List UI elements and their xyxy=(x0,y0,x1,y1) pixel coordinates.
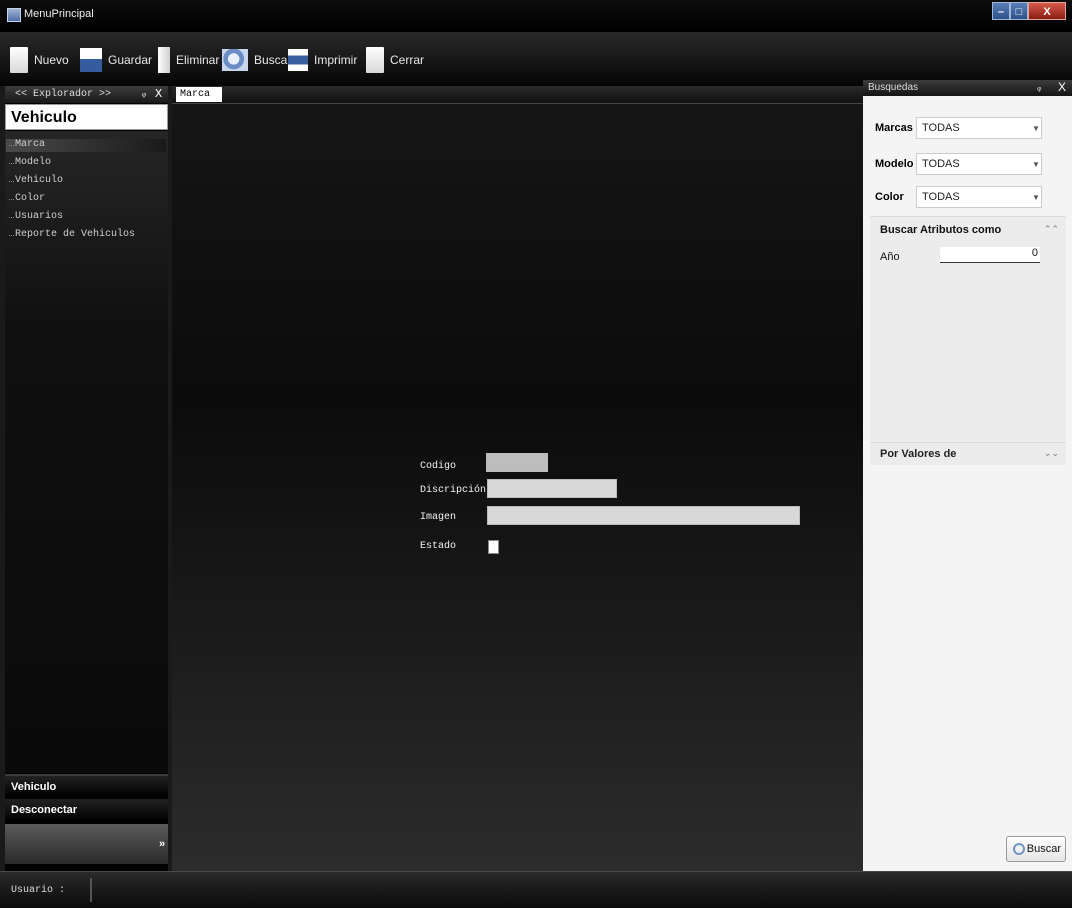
cerrar-button[interactable]: Cerrar xyxy=(366,47,424,73)
close-icon[interactable]: X xyxy=(155,87,162,101)
minimize-button[interactable]: – xyxy=(992,2,1010,20)
window-app-icon xyxy=(7,8,21,22)
group-buscar-atributos: Buscar Atributos como ⌃⌃ Año 0 xyxy=(870,216,1066,442)
title-bar: MenuPrincipal – □ X xyxy=(0,0,1072,32)
pin-icon[interactable]: ᵩ xyxy=(1037,82,1041,93)
close-window-button[interactable]: X xyxy=(1028,2,1066,20)
group-por-valores[interactable]: Por Valores de ⌄⌄ xyxy=(870,442,1066,465)
window-controls: – □ X xyxy=(992,2,1066,20)
group-buscar-atributos-title[interactable]: Buscar Atributos como xyxy=(880,224,1001,236)
search-header: Busquedas ᵩ X xyxy=(863,80,1072,96)
nav-desconectar-button[interactable]: Desconectar xyxy=(5,799,168,821)
imprimir-button[interactable]: Imprimir xyxy=(288,47,357,73)
color-dropdown[interactable]: TODAS xyxy=(916,186,1042,208)
explorer-header-label[interactable]: << Explorador >> xyxy=(15,89,111,100)
save-icon xyxy=(80,48,102,72)
tree-item-reporte[interactable]: Reporte de Vehiculos xyxy=(15,229,135,240)
descripcion-field[interactable] xyxy=(487,479,617,498)
tree-item-usuarios[interactable]: Usuarios xyxy=(15,211,63,222)
modelo-label: Modelo xyxy=(875,158,914,170)
search-icon xyxy=(222,49,248,71)
imprimir-label: Imprimir xyxy=(314,53,358,67)
nav-vehiculo-button[interactable]: Vehiculo xyxy=(5,774,168,796)
explorer-panel: << Explorador >> ᵩ X Vehiculo Marca Mode… xyxy=(5,86,168,871)
tree-item-color[interactable]: Color xyxy=(15,193,45,204)
toolbar: Nuevo Guardar Eliminar Buscar Imprimir C… xyxy=(0,32,1072,86)
tree-connector xyxy=(9,181,14,182)
tree-connector xyxy=(9,217,14,218)
collapse-icon[interactable]: ⌃⌃ xyxy=(1044,224,1059,235)
explorer-tree: Marca Modelo Vehiculo Color Usuarios Rep… xyxy=(5,131,168,773)
eliminar-label: Eliminar xyxy=(176,53,220,67)
status-bar: Usuario : xyxy=(0,871,1072,908)
guardar-button[interactable]: Guardar xyxy=(80,47,152,73)
tree-item-vehiculo[interactable]: Vehiculo xyxy=(15,175,63,186)
tree-connector xyxy=(9,199,14,200)
maximize-button[interactable]: □ xyxy=(1010,2,1028,20)
marcas-dropdown[interactable]: TODAS xyxy=(916,117,1042,139)
anio-field[interactable]: 0 xyxy=(940,247,1040,263)
tree-item-marca[interactable]: Marca xyxy=(15,139,45,150)
estado-label: Estado xyxy=(420,541,457,552)
magnifier-icon xyxy=(1013,843,1025,855)
descripcion-label: Discripción xyxy=(420,485,487,496)
chevron-down-icon[interactable]: » xyxy=(159,838,165,850)
close-doc-icon xyxy=(366,47,384,73)
eliminar-button[interactable]: Eliminar xyxy=(158,47,219,73)
main-workspace: Marca Codigo Discripción Imagen Estado xyxy=(172,86,863,871)
group-por-valores-title: Por Valores de xyxy=(880,448,957,460)
buscar-toolbar-button[interactable]: Buscar xyxy=(222,47,291,73)
filter-marcas: Marcas TODAS ▼ xyxy=(869,116,1065,140)
chevron-down-icon[interactable]: ▼ xyxy=(1032,160,1040,169)
explorer-footer: » xyxy=(5,824,168,864)
marcas-label: Marcas xyxy=(875,122,913,134)
delete-icon xyxy=(158,47,170,73)
close-icon[interactable]: X xyxy=(1058,80,1066,94)
chevron-down-icon[interactable]: ▼ xyxy=(1032,124,1040,133)
codigo-field[interactable] xyxy=(486,453,548,472)
imagen-field[interactable] xyxy=(487,506,800,525)
filter-modelo: Modelo TODAS ▼ xyxy=(869,152,1065,176)
nuevo-label: Nuevo xyxy=(34,53,69,67)
tree-connector xyxy=(9,145,14,146)
modelo-dropdown[interactable]: TODAS xyxy=(916,153,1042,175)
tree-connector xyxy=(9,235,14,236)
status-usuario: Usuario : xyxy=(6,878,92,902)
tree-connector xyxy=(9,163,14,164)
tree-item-modelo[interactable]: Modelo xyxy=(15,157,51,168)
expand-icon[interactable]: ⌄⌄ xyxy=(1044,448,1059,459)
tab-strip: Marca xyxy=(172,86,863,104)
imagen-label: Imagen xyxy=(420,512,457,523)
buscar-button-label: Buscar xyxy=(1026,843,1061,855)
filter-color: Color TODAS ▼ xyxy=(869,185,1065,209)
print-icon xyxy=(288,49,308,71)
nuevo-button[interactable]: Nuevo xyxy=(10,47,69,73)
buscar-button[interactable]: Buscar xyxy=(1006,836,1066,862)
pin-icon[interactable]: ᵩ xyxy=(141,89,147,100)
color-label: Color xyxy=(875,191,904,203)
explorer-header: << Explorador >> ᵩ X xyxy=(5,86,168,103)
chevron-down-icon[interactable]: ▼ xyxy=(1032,193,1040,202)
tab-marca[interactable]: Marca xyxy=(176,87,222,102)
search-panel: Busquedas ᵩ X Marcas TODAS ▼ Modelo TODA… xyxy=(863,80,1072,871)
window-title: MenuPrincipal xyxy=(24,8,94,20)
new-doc-icon xyxy=(10,47,28,73)
guardar-label: Guardar xyxy=(108,53,153,67)
buscar-label: Buscar xyxy=(254,53,292,67)
explorer-title: Vehiculo xyxy=(5,104,168,130)
search-header-label: Busquedas xyxy=(868,82,919,93)
estado-checkbox[interactable] xyxy=(488,540,499,554)
cerrar-label: Cerrar xyxy=(390,53,425,67)
codigo-label: Codigo xyxy=(420,461,457,472)
anio-label: Año xyxy=(880,251,900,263)
